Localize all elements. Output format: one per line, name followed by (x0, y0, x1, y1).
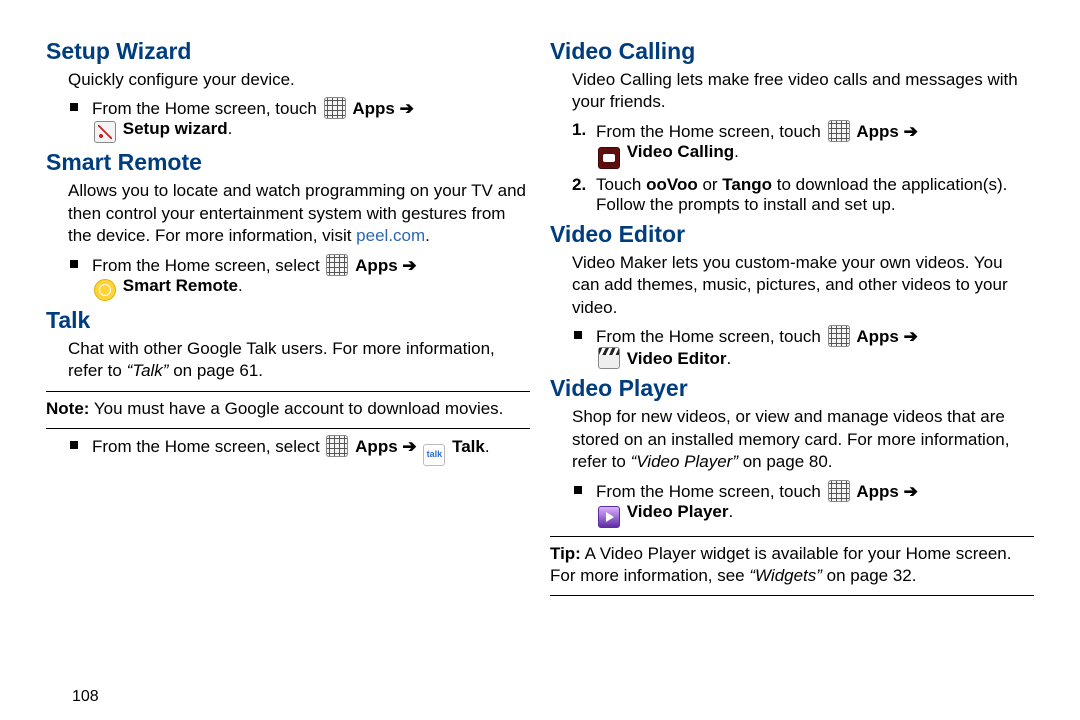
heading-talk: Talk (46, 307, 530, 334)
smart-remote-step: From the Home screen, select Apps ➔ Smar… (46, 254, 530, 301)
setup-wizard-step: From the Home screen, touch Apps ➔ Setup… (46, 97, 530, 143)
video-player-label: Video Player (627, 502, 729, 521)
smart-remote-icon (94, 279, 116, 301)
arrow-icon: ➔ (904, 327, 918, 346)
vp-intro-b: on page 80. (738, 452, 833, 471)
video-calling-step2: Touch ooVoo or Tango to download the app… (550, 175, 1034, 215)
talk-intro-b: on page 61. (168, 361, 263, 380)
oovoo-label: ooVoo (646, 175, 698, 194)
sr-intro-b: . (425, 226, 430, 245)
video-editor-intro: Video Maker lets you custom-make your ow… (572, 252, 1034, 319)
talk-intro: Chat with other Google Talk users. For m… (68, 338, 530, 383)
apps-grid-icon (324, 97, 346, 119)
video-player-intro: Shop for new videos, or view and manage … (572, 406, 1034, 473)
apps-grid-icon (828, 325, 850, 347)
note-text: You must have a Google account to downlo… (94, 399, 504, 418)
step-text: From the Home screen, select (92, 256, 324, 275)
left-column: Setup Wizard Quickly configure your devi… (46, 32, 530, 602)
setup-wizard-label: Setup wizard (123, 119, 228, 138)
setup-wizard-icon (94, 121, 116, 143)
divider (46, 428, 530, 429)
apps-grid-icon (828, 480, 850, 502)
apps-label: Apps (355, 437, 398, 456)
talk-label: Talk (452, 437, 485, 456)
right-column: Video Calling Video Calling lets make fr… (550, 32, 1034, 602)
apps-label: Apps (856, 327, 899, 346)
tango-label: Tango (722, 175, 772, 194)
step-text: From the Home screen, touch (596, 122, 826, 141)
video-editor-step: From the Home screen, touch Apps ➔ Video… (550, 325, 1034, 369)
arrow-icon: ➔ (402, 256, 416, 275)
divider (550, 595, 1034, 596)
apps-grid-icon (326, 254, 348, 276)
heading-video-player: Video Player (550, 375, 1034, 402)
or-text: or (698, 175, 723, 194)
page-number: 108 (72, 688, 99, 706)
heading-setup-wizard: Setup Wizard (46, 38, 530, 65)
apps-label: Apps (352, 99, 395, 118)
note-label: Note: (46, 399, 89, 418)
apps-grid-icon (828, 120, 850, 142)
tip-ref: “Widgets” (749, 566, 822, 585)
talk-step: From the Home screen, select Apps ➔ talk… (46, 435, 530, 466)
tip-text-b: on page 32. (822, 566, 917, 585)
video-player-step: From the Home screen, touch Apps ➔ Video… (550, 480, 1034, 528)
step-text: From the Home screen, touch (596, 482, 826, 501)
peel-link[interactable]: peel.com (356, 226, 425, 245)
arrow-icon: ➔ (402, 437, 421, 456)
video-calling-label: Video Calling (627, 142, 734, 161)
vp-ref: “Video Player” (631, 452, 738, 471)
divider (46, 391, 530, 392)
video-player-icon (598, 506, 620, 528)
sr-intro-a: Allows you to locate and watch programmi… (68, 181, 526, 245)
step-text: From the Home screen, touch (596, 327, 826, 346)
apps-label: Apps (856, 482, 899, 501)
video-calling-icon (598, 147, 620, 169)
arrow-icon: ➔ (904, 482, 918, 501)
step-text: From the Home screen, select (92, 437, 324, 456)
apps-label: Apps (856, 122, 899, 141)
divider (550, 536, 1034, 537)
arrow-icon: ➔ (400, 99, 414, 118)
talk-icon: talk (423, 444, 445, 466)
video-calling-step1: From the Home screen, touch Apps ➔ Video… (550, 120, 1034, 169)
talk-ref: “Talk” (127, 361, 169, 380)
step-text: Touch (596, 175, 646, 194)
apps-label: Apps (355, 256, 398, 275)
arrow-icon: ➔ (904, 122, 918, 141)
video-calling-intro: Video Calling lets make free video calls… (572, 69, 1034, 114)
video-editor-icon (598, 347, 620, 369)
step-text: From the Home screen, touch (92, 99, 322, 118)
heading-video-editor: Video Editor (550, 221, 1034, 248)
heading-smart-remote: Smart Remote (46, 149, 530, 176)
talk-note: Note: You must have a Google account to … (46, 398, 530, 420)
video-player-tip: Tip: A Video Player widget is available … (550, 543, 1034, 588)
setup-wizard-intro: Quickly configure your device. (68, 69, 530, 91)
smart-remote-label: Smart Remote (123, 276, 238, 295)
smart-remote-intro: Allows you to locate and watch programmi… (68, 180, 530, 247)
video-editor-label: Video Editor (627, 349, 727, 368)
apps-grid-icon (326, 435, 348, 457)
heading-video-calling: Video Calling (550, 38, 1034, 65)
tip-label: Tip: (550, 544, 581, 563)
